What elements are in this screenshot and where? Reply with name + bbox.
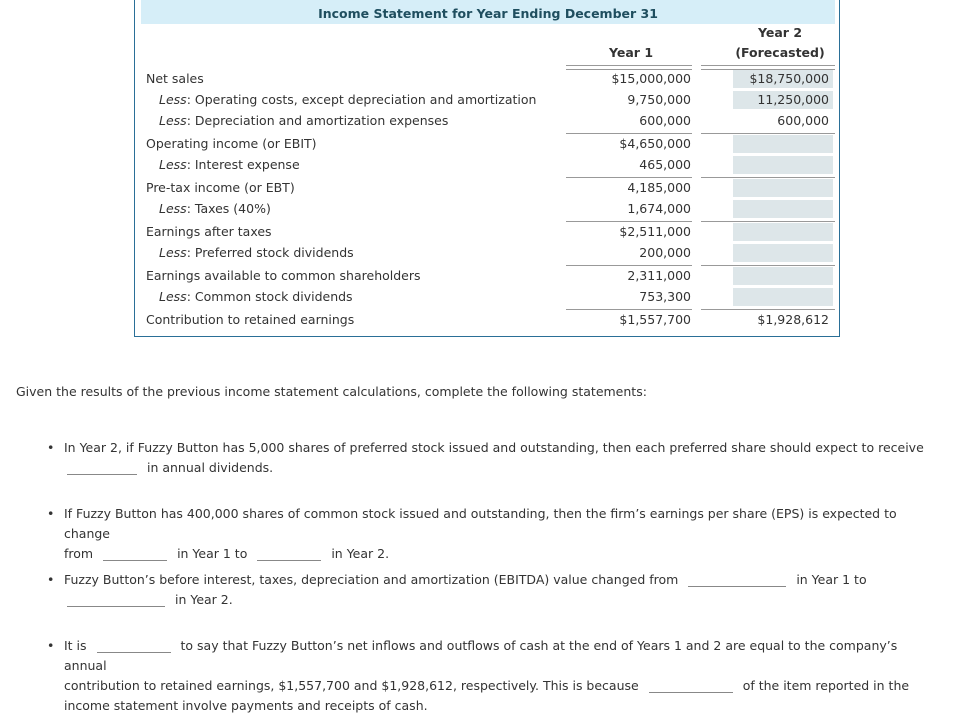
less-prefix: Less <box>159 289 187 304</box>
less-prefix: Less <box>159 92 187 107</box>
row-label: Less: Preferred stock dividends <box>159 245 354 260</box>
question-text: income statement involve payments and re… <box>64 698 428 713</box>
year1-value: 600,000 <box>639 113 691 128</box>
row-label-text: Earnings available to common shareholder… <box>146 268 421 283</box>
row-label: Less: Operating costs, except depreciati… <box>159 92 536 107</box>
year2-input-cell[interactable]: 11,250,000 <box>733 91 833 109</box>
row-label-text: Operating income (or EBIT) <box>146 136 317 151</box>
row-label: Less: Common stock dividends <box>159 289 353 304</box>
year2-input-cell[interactable] <box>733 156 833 174</box>
row-label: Less: Interest expense <box>159 157 300 172</box>
row-label: Net sales <box>146 71 204 86</box>
answer-dropdown-ebitda-year1[interactable] <box>688 572 787 587</box>
row-label-text: Net sales <box>146 71 204 86</box>
question-text: in Year 1 to <box>177 546 248 561</box>
year2-input-cell[interactable] <box>733 244 833 262</box>
question-text: It is <box>64 638 87 653</box>
question-text: in Year 2. <box>174 592 233 607</box>
answer-dropdown-eps-year2[interactable] <box>257 546 322 561</box>
year1-value: 465,000 <box>639 157 691 172</box>
answer-dropdown-reason[interactable] <box>648 678 733 693</box>
year1-value: 9,750,000 <box>627 92 691 107</box>
question-text: contribution to retained earnings, $1,55… <box>64 678 639 693</box>
year1-value: 753,300 <box>639 289 691 304</box>
answer-dropdown-correct-incorrect[interactable] <box>96 638 171 653</box>
question-eps: If Fuzzy Button has 400,000 shares of co… <box>47 504 928 564</box>
less-prefix: Less <box>159 157 187 172</box>
year1-value: 1,674,000 <box>627 201 691 216</box>
subtotal-rule-year2 <box>701 133 835 134</box>
row-label-text: : Common stock dividends <box>186 289 353 304</box>
row-label-text: : Depreciation and amortization expenses <box>186 113 449 128</box>
year2-input-cell[interactable] <box>733 223 833 241</box>
total-rule-year2 <box>701 309 835 310</box>
question-text: of the item reported in the <box>742 678 910 693</box>
answer-dropdown-eps-year1[interactable] <box>103 546 168 561</box>
header-rule-year1 <box>566 65 692 70</box>
year1-value: 4,185,000 <box>627 180 691 195</box>
question-text: in annual dividends. <box>146 460 274 475</box>
row-label: Operating income (or EBIT) <box>146 136 317 151</box>
year1-value: $15,000,000 <box>611 71 691 86</box>
year2-input-cell[interactable] <box>733 135 833 153</box>
year1-value: $1,557,700 <box>619 312 691 327</box>
subtotal-rule-year2 <box>701 265 835 266</box>
year2-input-cell[interactable]: $18,750,000 <box>733 70 833 88</box>
column-header-year2-forecasted: (Forecasted) <box>735 45 825 60</box>
subtotal-rule-year1 <box>566 265 692 266</box>
year1-value: 2,311,000 <box>627 268 691 283</box>
row-label: Less: Taxes (40%) <box>159 201 271 216</box>
column-header-year1: Year 1 <box>608 45 654 60</box>
question-cash-flow: It is to say that Fuzzy Button’s net inf… <box>47 636 928 716</box>
year2-input-cell[interactable] <box>733 179 833 197</box>
subtotal-rule-year2 <box>701 221 835 222</box>
statement-title: Income Statement for Year Ending Decembe… <box>141 0 835 24</box>
subtotal-rule-year1 <box>566 221 692 222</box>
instructions-text: Given the results of the previous income… <box>16 384 647 399</box>
year2-value: 600,000 <box>777 113 829 128</box>
subtotal-rule-year1 <box>566 177 692 178</box>
year2-input-cell[interactable] <box>733 267 833 285</box>
column-header-year2: Year 2 <box>757 25 803 40</box>
question-text: Fuzzy Button’s before interest, taxes, d… <box>64 572 679 587</box>
row-label: Earnings available to common shareholder… <box>146 268 421 283</box>
question-text: in Year 1 to <box>796 572 867 587</box>
question-text: In Year 2, if Fuzzy Button has 5,000 sha… <box>64 440 924 455</box>
answer-dropdown-ebitda-year2[interactable] <box>67 592 165 607</box>
question-text: from <box>64 546 94 561</box>
question-preferred-dividend: In Year 2, if Fuzzy Button has 5,000 sha… <box>47 438 928 478</box>
year2-input-cell[interactable] <box>733 288 833 306</box>
less-prefix: Less <box>159 113 187 128</box>
row-label: Pre-tax income (or EBT) <box>146 180 295 195</box>
row-label-text: : Taxes (40%) <box>186 201 271 216</box>
year1-value: 200,000 <box>639 245 691 260</box>
question-ebitda: Fuzzy Button’s before interest, taxes, d… <box>47 570 928 610</box>
question-text: in Year 2. <box>331 546 390 561</box>
row-label: Contribution to retained earnings <box>146 312 354 327</box>
subtotal-rule-year2 <box>701 177 835 178</box>
row-label-text: Earnings after taxes <box>146 224 272 239</box>
row-label-text: : Preferred stock dividends <box>186 245 354 260</box>
answer-dropdown-preferred-dividend[interactable] <box>67 460 137 475</box>
less-prefix: Less <box>159 245 187 260</box>
row-label-text: Contribution to retained earnings <box>146 312 355 327</box>
income-statement-table: Income Statement for Year Ending Decembe… <box>134 0 840 337</box>
row-label-text: : Operating costs, except depreciation a… <box>186 92 537 107</box>
row-label-text: : Interest expense <box>186 157 300 172</box>
row-label: Less: Depreciation and amortization expe… <box>159 113 448 128</box>
question-text: If Fuzzy Button has 400,000 shares of co… <box>64 506 897 541</box>
year1-value: $4,650,000 <box>619 136 691 151</box>
row-label-text: Pre-tax income (or EBT) <box>146 180 295 195</box>
row-label: Earnings after taxes <box>146 224 272 239</box>
less-prefix: Less <box>159 201 187 216</box>
year1-value: $2,511,000 <box>619 224 691 239</box>
year2-value: $1,928,612 <box>757 312 829 327</box>
total-rule-year1 <box>566 309 692 310</box>
question-text: to say that Fuzzy Button’s net inflows a… <box>64 638 898 673</box>
subtotal-rule-year1 <box>566 133 692 134</box>
year2-input-cell[interactable] <box>733 200 833 218</box>
